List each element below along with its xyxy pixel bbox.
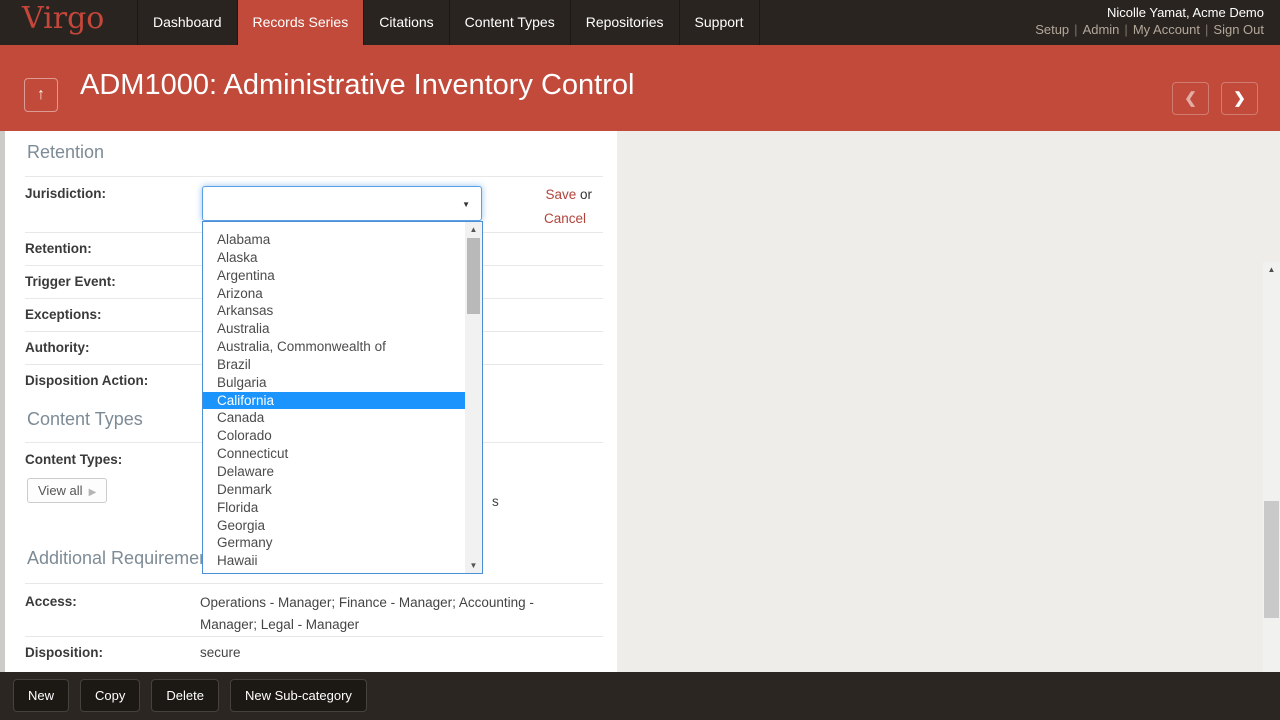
page-title: ADM1000: Administrative Inventory Contro… [80, 69, 634, 102]
link-separator: | [1124, 22, 1127, 37]
chevron-right-icon: ❯ [1233, 90, 1246, 107]
caret-down-icon: ▼ [462, 200, 470, 209]
link-separator: | [1205, 22, 1208, 37]
jurisdiction-label: Jurisdiction: [25, 186, 106, 201]
new-button[interactable]: New [13, 679, 69, 712]
save-or-row: Save or [500, 187, 592, 202]
link-admin[interactable]: Admin [1083, 22, 1120, 37]
disposition-value: secure [200, 645, 241, 660]
divider [25, 176, 603, 177]
dropdown-option[interactable]: Australia, Commonwealth of [203, 338, 465, 356]
nav-tab-repositories[interactable]: Repositories [570, 0, 679, 45]
arrow-right-icon: ▶ [89, 487, 97, 498]
view-all-button[interactable]: View all ▶ [27, 478, 107, 503]
scroll-to-top-button[interactable]: ↑ [24, 78, 58, 112]
dropdown-option[interactable]: Connecticut [203, 445, 465, 463]
dropdown-option[interactable]: Bulgaria [203, 374, 465, 392]
link-setup[interactable]: Setup [1035, 22, 1069, 37]
trigger-event-field-label: Trigger Event: [25, 274, 116, 289]
previous-record-button[interactable]: ❮ [1172, 82, 1209, 115]
arrow-up-icon: ↑ [37, 86, 45, 103]
scrollbar-down-icon[interactable]: ▼ [465, 558, 482, 573]
nav-tab-dashboard[interactable]: Dashboard [137, 0, 237, 45]
retention-field-label: Retention: [25, 241, 92, 256]
dropdown-option[interactable]: Brazil [203, 356, 465, 374]
section-heading-retention: Retention [27, 142, 104, 163]
user-box: Nicolle Yamat, Acme Demo Setup | Admin | My … [1035, 4, 1264, 39]
disposition-action-field-label: Disposition Action: [25, 373, 148, 388]
dropdown-option[interactable]: Germany [203, 534, 465, 552]
nav-tab-support[interactable]: Support [679, 0, 760, 45]
exceptions-field-label: Exceptions: [25, 307, 102, 322]
top-nav-bar: Virgo Dashboard Records Series Citations… [0, 0, 1280, 45]
dropdown-option[interactable]: Australia [203, 320, 465, 338]
section-heading-additional-requirements: Additional Requirements [27, 548, 223, 569]
section-heading-content-types: Content Types [27, 409, 143, 430]
content-types-label: Content Types: [25, 452, 122, 467]
nav-tab-citations[interactable]: Citations [363, 0, 448, 45]
divider [25, 636, 603, 637]
dropdown-scrollbar[interactable]: ▲ ▼ [465, 222, 482, 573]
next-record-button[interactable]: ❯ [1221, 82, 1258, 115]
chevron-left-icon: ❮ [1184, 90, 1197, 107]
nav-tab-records-series[interactable]: Records Series [237, 0, 364, 45]
dropdown-option[interactable]: Delaware [203, 463, 465, 481]
copy-button[interactable]: Copy [80, 679, 140, 712]
user-links: Setup | Admin | My Account | Sign Out [1035, 21, 1264, 39]
divider [25, 583, 603, 584]
save-link[interactable]: Save [545, 187, 576, 202]
link-sign-out[interactable]: Sign Out [1213, 22, 1264, 37]
link-my-account[interactable]: My Account [1133, 22, 1200, 37]
dropdown-option[interactable]: Arkansas [203, 302, 465, 320]
footer-buttons: New Copy Delete New Sub-category [13, 679, 367, 712]
link-separator: | [1074, 22, 1077, 37]
content-type-text-fragment: s [492, 494, 499, 509]
access-value: Operations - Manager; Finance - Manager;… [200, 592, 580, 636]
scrollbar-thumb[interactable] [1264, 501, 1279, 618]
nav-tab-content-types[interactable]: Content Types [449, 0, 570, 45]
jurisdiction-select[interactable]: ▼ [202, 186, 482, 221]
page-scrollbar[interactable]: ▲ ▼ [1263, 262, 1280, 720]
scrollbar-up-icon[interactable]: ▲ [465, 222, 482, 237]
jurisdiction-dropdown-list: Alabama Alaska Argentina Arizona Arkansa… [202, 221, 483, 574]
dropdown-option[interactable]: Hawaii [203, 552, 465, 570]
dropdown-option[interactable]: Canada [203, 409, 465, 427]
new-sub-category-button[interactable]: New Sub-category [230, 679, 367, 712]
dropdown-option[interactable]: Florida [203, 499, 465, 517]
content-area: Retention Jurisdiction: Save or Cancel R… [0, 131, 1280, 672]
dropdown-option[interactable]: Argentina [203, 267, 465, 285]
access-label: Access: [25, 594, 77, 609]
scrollbar-up-icon[interactable]: ▲ [1263, 262, 1280, 278]
user-name: Nicolle Yamat, Acme Demo [1035, 4, 1264, 21]
delete-button[interactable]: Delete [151, 679, 219, 712]
nav-tabs: Dashboard Records Series Citations Conte… [137, 0, 760, 45]
dropdown-options: Alabama Alaska Argentina Arizona Arkansa… [203, 231, 465, 570]
footer-action-bar: New Copy Delete New Sub-category [0, 672, 1280, 720]
cancel-link[interactable]: Cancel [544, 211, 586, 226]
dropdown-option-highlighted[interactable]: California [203, 392, 465, 410]
cancel-row: Cancel [500, 211, 586, 226]
dropdown-option[interactable]: Georgia [203, 517, 465, 535]
dropdown-option[interactable]: Denmark [203, 481, 465, 499]
authority-field-label: Authority: [25, 340, 90, 355]
app-logo[interactable]: Virgo [22, 1, 104, 36]
dropdown-option[interactable]: Alaska [203, 249, 465, 267]
dropdown-option[interactable]: Alabama [203, 231, 465, 249]
dropdown-option[interactable]: Colorado [203, 427, 465, 445]
scrollbar-thumb[interactable] [467, 238, 480, 314]
page-header: ↑ ADM1000: Administrative Inventory Cont… [0, 45, 1280, 131]
view-all-label: View all [38, 483, 83, 498]
dropdown-option[interactable]: Arizona [203, 285, 465, 303]
or-text: or [576, 187, 592, 202]
disposition-label: Disposition: [25, 645, 103, 660]
